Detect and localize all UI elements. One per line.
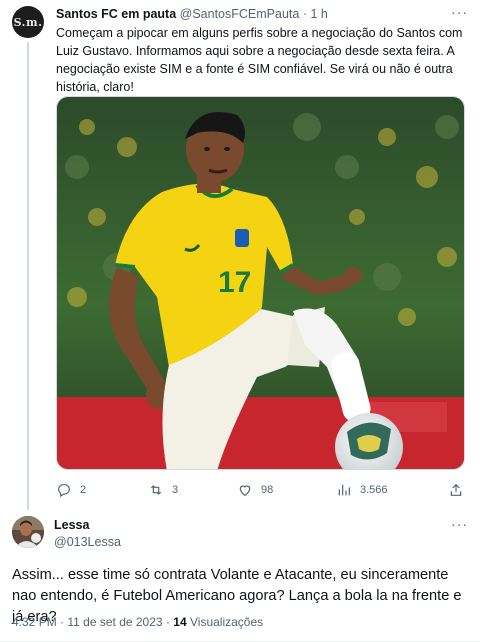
reply-count: 2 (80, 484, 87, 496)
tweet-meta: 4:32 PM · 11 de set de 2023 · 14 Visuali… (12, 614, 263, 630)
reply-button[interactable]: 2 (56, 482, 86, 498)
soccer-player-photo: 17 (57, 97, 464, 469)
author-handle[interactable]: @013Lessa (54, 534, 121, 550)
tweet-time[interactable]: 4:32 PM (12, 615, 57, 629)
like-icon (239, 485, 251, 497)
header-separator: · (302, 7, 307, 21)
retweet-count: 3 (172, 484, 179, 496)
views-label: Visualizações (189, 615, 264, 629)
tweet-time[interactable]: 1 h (310, 7, 327, 21)
jersey-number: 17 (218, 266, 251, 299)
author-avatar[interactable] (12, 516, 44, 548)
thread-line (27, 42, 29, 510)
more-icon[interactable]: ··· (451, 516, 468, 532)
meta-separator: · (165, 615, 170, 629)
avatar-photo (12, 516, 44, 548)
views-count: 14 (173, 615, 187, 629)
author-handle[interactable]: @SantosFCEmPauta (180, 7, 300, 21)
tweet-text: Começam a pipocar em alguns perfis sobre… (56, 26, 463, 94)
views-icon (338, 484, 350, 496)
tweet-santos-fc[interactable]: S.m. Santos FC em pauta @SantosFCEmPauta… (0, 0, 480, 510)
retweet-button[interactable]: 3 (148, 482, 178, 498)
tweet-lessa[interactable]: Lessa @013Lessa ··· Assim... esse time s… (0, 508, 480, 642)
like-button[interactable]: 98 (237, 482, 273, 498)
share-icon (450, 483, 462, 496)
tweet-date[interactable]: 11 de set de 2023 (67, 615, 162, 629)
reply-icon (58, 484, 70, 498)
tweet-action-bar: 2 3 98 3.566 (56, 480, 466, 500)
more-icon[interactable]: ··· (451, 4, 468, 20)
views-button[interactable]: 3.566 (336, 482, 388, 498)
like-count: 98 (261, 484, 274, 496)
share-button[interactable] (448, 482, 472, 498)
retweet-icon (150, 485, 162, 495)
avatar-monogram: S.m. (13, 15, 43, 29)
author-avatar[interactable]: S.m. (12, 6, 44, 38)
views-count: 3.566 (360, 484, 388, 496)
meta-separator: · (60, 615, 65, 629)
tweet-photo[interactable]: 17 (56, 96, 465, 470)
author-name[interactable]: Lessa (54, 517, 89, 533)
author-name[interactable]: Santos FC em pauta (56, 7, 176, 21)
tweet-header: Santos FC em pauta @SantosFCEmPauta · 1 … (56, 5, 450, 23)
